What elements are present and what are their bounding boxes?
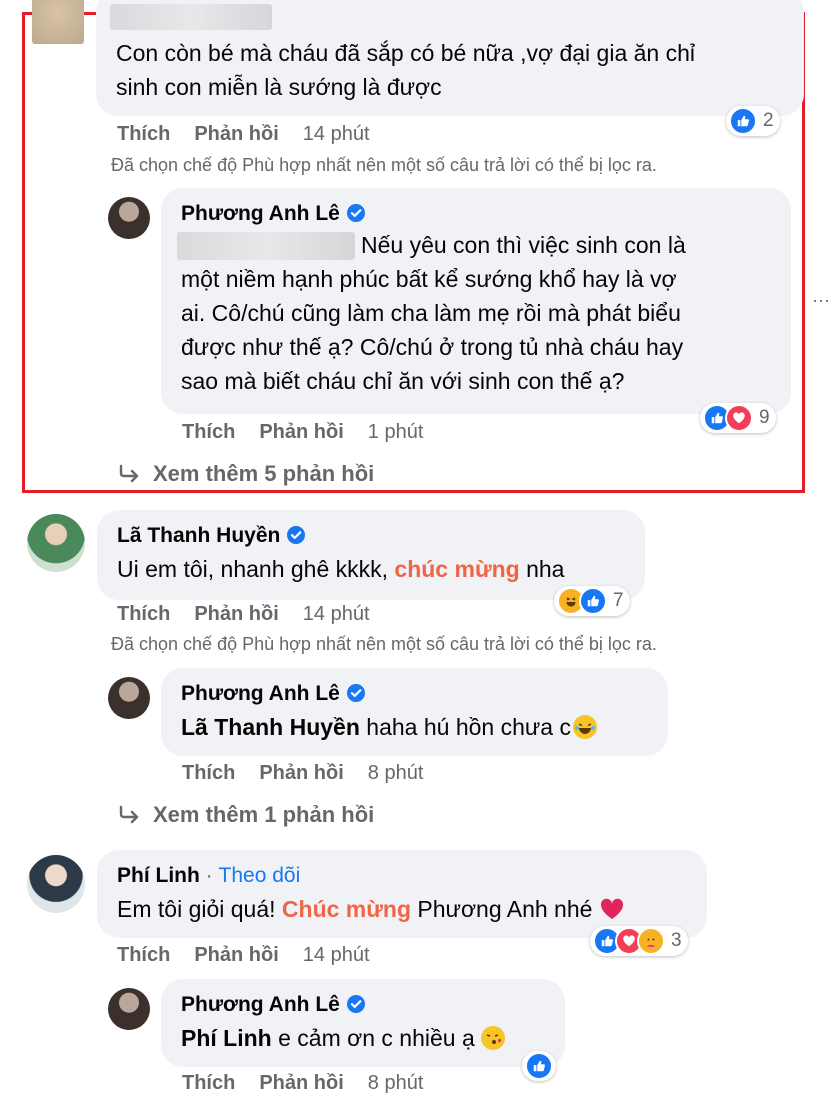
filter-notice: Đã chọn chế độ Phù hợp nhất nên một số c… <box>111 634 657 654</box>
like-reaction-icon <box>525 1052 553 1080</box>
comment-actions: Thích Phản hồi 14 phút <box>117 123 394 146</box>
reaction-summary[interactable]: 3 <box>590 926 688 956</box>
reaction-count: 2 <box>763 110 774 131</box>
verified-badge-icon <box>346 204 365 222</box>
reply-text: haha hú hồn chưa c <box>366 714 571 740</box>
reply-text-line: sao mà biết cháu chỉ ăn với sinh con thế… <box>181 368 625 394</box>
reply-button[interactable]: Phản hồi <box>259 1072 343 1094</box>
reaction-count: 9 <box>759 407 770 428</box>
red-heart-icon <box>600 898 623 919</box>
love-reaction-icon <box>725 404 753 432</box>
comment-text: Phương Anh nhé <box>417 896 593 922</box>
like-reaction-icon <box>729 107 757 135</box>
author-name[interactable]: Phương Anh Lê <box>181 993 340 1016</box>
timestamp[interactable]: 14 phút <box>303 123 370 145</box>
like-button[interactable]: Thích <box>182 421 235 443</box>
comment-actions: Thích Phản hồi 14 phút <box>117 603 394 626</box>
author-name[interactable]: Phương Anh Lê <box>181 682 340 705</box>
author-name[interactable]: Phương Anh Lê <box>181 202 340 225</box>
like-button[interactable]: Thích <box>182 1072 235 1094</box>
like-button[interactable]: Thích <box>117 603 170 625</box>
verified-badge-icon <box>346 995 365 1013</box>
filter-notice: Đã chọn chế độ Phù hợp nhất nên một số c… <box>111 155 657 175</box>
more-options-icon[interactable]: ··· <box>812 290 829 311</box>
reply-arrow-icon <box>119 805 139 824</box>
avatar[interactable] <box>27 855 85 913</box>
reply-button[interactable]: Phản hồi <box>194 123 278 145</box>
like-reaction-icon <box>579 587 607 615</box>
comment-text: nha <box>526 556 565 582</box>
timestamp[interactable]: 8 phút <box>368 1072 424 1094</box>
reply-button[interactable]: Phản hồi <box>259 421 343 443</box>
mention-link[interactable]: Lã Thanh Huyền <box>181 714 360 740</box>
reaction-summary[interactable] <box>522 1051 556 1081</box>
avatar[interactable] <box>108 197 150 239</box>
care-reaction-icon <box>637 927 665 955</box>
reply-text-line: được như thế ạ? Cô/chú ở trong tủ nhà ch… <box>181 334 684 360</box>
reaction-count: 3 <box>671 930 682 951</box>
highlighted-keyword[interactable]: chúc mừng <box>394 556 519 582</box>
comment-text-line: sinh con miễn là sướng là được <box>116 74 442 100</box>
comment-text: Ui em tôi, nhanh ghê kkkk, <box>117 556 389 582</box>
reply-text-line: ai. Cô/chú cũng làm cha làm mẹ rồi mà ph… <box>181 300 681 326</box>
timestamp[interactable]: 1 phút <box>368 421 424 443</box>
highlighted-keyword[interactable]: Chúc mừng <box>282 896 411 922</box>
reply-bubble: Phương Anh Lê Nếu yêu con thì việc sinh … <box>161 188 791 414</box>
comment-actions: Thích Phản hồi 14 phút <box>117 944 394 967</box>
reaction-count: 7 <box>613 590 624 611</box>
kissing-face-emoji-icon <box>481 1026 506 1050</box>
comment-text: Em tôi giỏi quá! <box>117 896 276 922</box>
like-button[interactable]: Thích <box>182 762 235 784</box>
avatar[interactable] <box>32 0 84 44</box>
blurred-author-name <box>110 4 272 30</box>
view-more-replies-link[interactable]: Xem thêm 5 phản hồi <box>117 461 374 487</box>
separator-dot: · <box>205 864 213 887</box>
verified-badge-icon <box>287 526 306 544</box>
reply-text-line: một niềm hạnh phúc bất kể sướng khổ hay … <box>181 266 677 292</box>
avatar[interactable] <box>27 514 85 572</box>
avatar[interactable] <box>108 677 150 719</box>
view-more-label: Xem thêm 5 phản hồi <box>153 461 375 486</box>
reply-actions: Thích Phản hồi 8 phút <box>182 762 447 785</box>
author-name[interactable]: Lã Thanh Huyền <box>117 524 280 547</box>
verified-badge-icon <box>346 684 365 702</box>
reply-text: e cảm ơn c nhiều ạ <box>278 1025 475 1051</box>
reply-bubble: Phương Anh Lê Phí Linh e cảm ơn c nhiều … <box>161 979 565 1067</box>
author-name[interactable]: Phí Linh <box>117 864 200 887</box>
mention-link[interactable]: Phí Linh <box>181 1025 272 1051</box>
reply-button[interactable]: Phản hồi <box>194 603 278 625</box>
like-button[interactable]: Thích <box>117 123 170 145</box>
reaction-summary[interactable]: 9 <box>700 403 776 433</box>
follow-button[interactable]: Theo dõi <box>219 864 301 887</box>
like-button[interactable]: Thích <box>117 944 170 966</box>
laughing-tears-emoji-icon <box>572 715 597 739</box>
comment-text-line: Con còn bé mà cháu đã sắp có bé nữa ,vợ … <box>116 40 696 66</box>
view-more-replies-link[interactable]: Xem thêm 1 phản hồi <box>117 802 374 828</box>
reaction-summary[interactable]: 7 <box>554 586 630 616</box>
comment-bubble: Con còn bé mà cháu đã sắp có bé nữa ,vợ … <box>96 0 804 116</box>
timestamp[interactable]: 8 phút <box>368 762 424 784</box>
comment-bubble: Phí Linh · Theo dõi Em tôi giỏi quá! Chú… <box>97 850 707 938</box>
reply-actions: Thích Phản hồi 8 phút <box>182 1072 447 1095</box>
reply-button[interactable]: Phản hồi <box>259 762 343 784</box>
reply-arrow-icon <box>119 464 139 483</box>
avatar[interactable] <box>108 988 150 1030</box>
timestamp[interactable]: 14 phút <box>303 944 370 966</box>
reaction-summary[interactable]: 2 <box>726 106 780 136</box>
reply-bubble: Phương Anh Lê Lã Thanh Huyền haha hú hồn… <box>161 668 668 756</box>
reply-button[interactable]: Phản hồi <box>194 944 278 966</box>
view-more-label: Xem thêm 1 phản hồi <box>153 802 375 827</box>
reply-text-line: Nếu yêu con thì việc sinh con là <box>361 232 686 258</box>
timestamp[interactable]: 14 phút <box>303 603 370 625</box>
reply-actions: Thích Phản hồi 1 phút <box>182 421 447 444</box>
